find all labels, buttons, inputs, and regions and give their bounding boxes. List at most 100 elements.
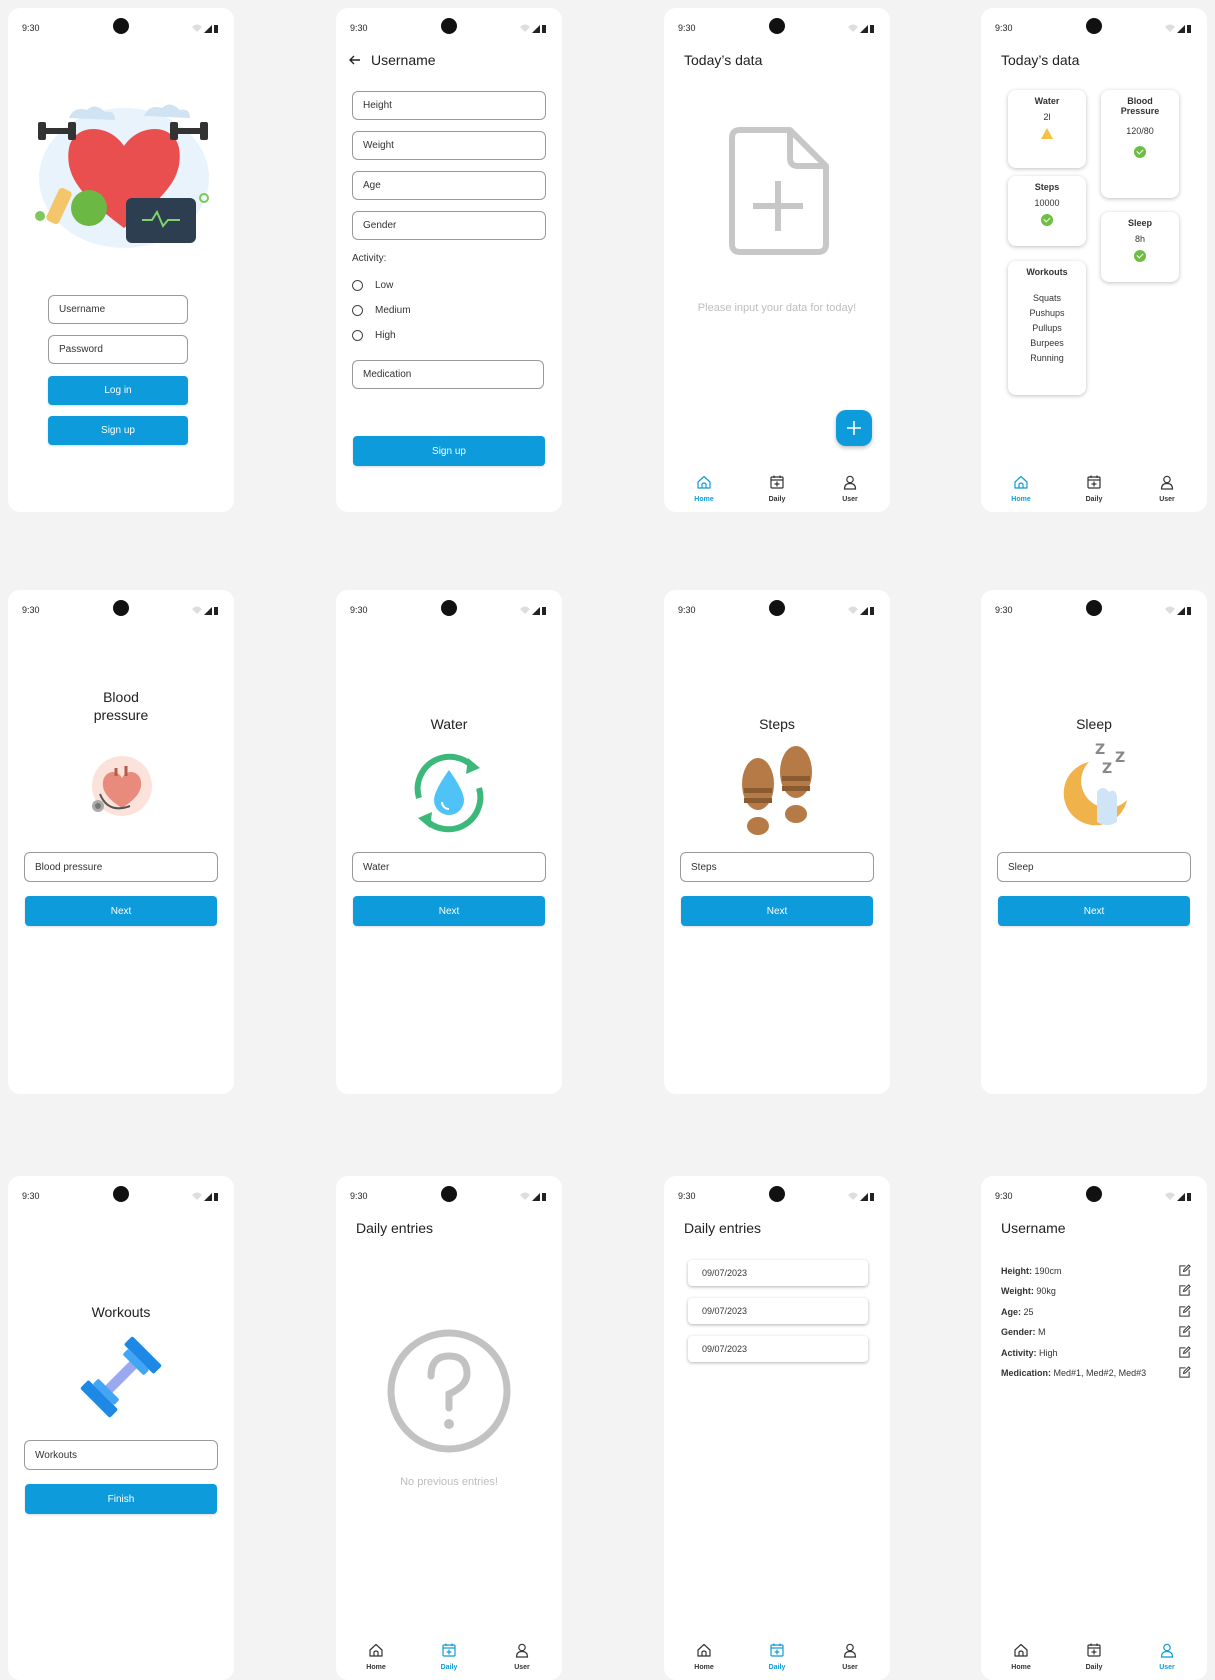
weight-field[interactable]: Weight — [352, 131, 546, 160]
list-item[interactable]: 09/07/2023 — [688, 1298, 868, 1324]
edit-icon[interactable] — [1178, 1284, 1191, 1297]
status-time: 9:30 — [22, 605, 40, 615]
edit-icon[interactable] — [1178, 1366, 1191, 1379]
row-label: Age: — [1001, 1307, 1021, 1317]
status-time: 9:30 — [22, 23, 40, 33]
radio-circle[interactable] — [352, 330, 363, 341]
today-empty-screen: 9:30 Today’s data Please input your data… — [664, 8, 890, 512]
signal-icon — [1163, 604, 1193, 616]
signup-button[interactable]: Sign up — [48, 416, 188, 445]
nav-daily[interactable]: Daily — [757, 1642, 797, 1671]
user-icon — [842, 474, 858, 490]
status-bar: 9:30 — [336, 8, 562, 48]
sleep-card[interactable]: Sleep 8h — [1101, 212, 1179, 282]
signal-icon — [518, 1190, 548, 1202]
activity-option-low[interactable]: Low — [352, 280, 393, 291]
finish-button[interactable]: Finish — [25, 1484, 217, 1514]
page-title: Today’s data — [1001, 52, 1080, 68]
nav-daily[interactable]: Daily — [1074, 474, 1114, 503]
nav-label: Home — [366, 1664, 386, 1671]
activity-option-high[interactable]: High — [352, 330, 396, 341]
edit-icon[interactable] — [1178, 1305, 1191, 1318]
signal-icon — [846, 22, 876, 34]
row-label: Height: — [1001, 1266, 1032, 1276]
nav-home[interactable]: Home — [1001, 1642, 1041, 1671]
nav-user[interactable]: User — [830, 1642, 870, 1671]
moon-sleep-icon: Z Z Z — [1063, 742, 1127, 826]
next-button[interactable]: Next — [353, 896, 545, 926]
health-illustration — [35, 104, 209, 248]
question-icon — [387, 1329, 511, 1453]
gender-field[interactable]: Gender — [352, 211, 546, 240]
password-field[interactable]: Password — [48, 335, 188, 364]
user-icon — [842, 1642, 858, 1658]
row-value: High — [1039, 1348, 1058, 1358]
add-entry-button[interactable] — [836, 410, 872, 446]
list-item[interactable]: 09/07/2023 — [688, 1260, 868, 1286]
nav-user[interactable]: User — [1147, 1642, 1187, 1671]
status-time: 9:30 — [22, 1191, 40, 1201]
list-item[interactable]: 09/07/2023 — [688, 1336, 868, 1362]
next-button[interactable]: Next — [25, 896, 217, 926]
status-bar: 9:30 — [981, 590, 1207, 630]
edit-icon[interactable] — [1178, 1346, 1191, 1359]
steps-screen: 9:30 Steps Steps Next — [664, 590, 890, 1094]
nav-daily[interactable]: Daily — [1074, 1642, 1114, 1671]
signal-icon — [190, 1190, 220, 1202]
workouts-input[interactable]: Workouts — [24, 1440, 218, 1470]
next-button[interactable]: Next — [998, 896, 1190, 926]
daily-empty-screen: 9:30 Daily entries No previous entries! … — [336, 1176, 562, 1680]
sleep-input[interactable]: Sleep — [997, 852, 1191, 882]
edit-icon[interactable] — [1178, 1264, 1191, 1277]
svg-text:Z: Z — [1102, 761, 1112, 777]
nav-label: User — [842, 496, 858, 503]
profile-row-gender: Gender: M — [1001, 1327, 1191, 1337]
height-field[interactable]: Height — [352, 91, 546, 120]
camera-cutout — [769, 600, 785, 616]
activity-label: Activity: — [352, 253, 387, 264]
nav-home[interactable]: Home — [684, 1642, 724, 1671]
nav-home[interactable]: Home — [356, 1642, 396, 1671]
radio-circle[interactable] — [352, 280, 363, 291]
status-time: 9:30 — [350, 1191, 368, 1201]
card-title: Workouts — [1026, 267, 1068, 277]
nav-daily[interactable]: Daily — [757, 474, 797, 503]
nav-label: Daily — [440, 1664, 458, 1671]
activity-option-medium[interactable]: Medium — [352, 305, 411, 316]
calendar-icon — [769, 1642, 785, 1658]
username-field[interactable]: Username — [48, 295, 188, 324]
workouts-screen: 9:30 Workouts Workouts Finish — [8, 1176, 234, 1680]
svg-text:Z: Z — [1095, 742, 1105, 758]
water-card[interactable]: Water 2l — [1008, 90, 1086, 168]
login-button[interactable]: Log in — [48, 376, 188, 405]
user-icon — [1159, 474, 1175, 490]
back-arrow-icon[interactable] — [348, 53, 362, 67]
age-field[interactable]: Age — [352, 171, 546, 200]
nav-user[interactable]: User — [1147, 474, 1187, 503]
nav-daily[interactable]: Daily — [429, 1642, 469, 1671]
page-title: Daily entries — [356, 1220, 434, 1236]
blood-pressure-card[interactable]: Blood Pressure 120/80 — [1101, 90, 1179, 198]
status-time: 9:30 — [678, 1191, 696, 1201]
steps-input[interactable]: Steps — [680, 852, 874, 882]
nav-user[interactable]: User — [830, 474, 870, 503]
steps-card[interactable]: Steps 10000 — [1008, 176, 1086, 246]
signal-icon — [190, 604, 220, 616]
water-input[interactable]: Water — [352, 852, 546, 882]
workouts-card[interactable]: Workouts Squats Pushups Pullups Burpees … — [1008, 261, 1086, 395]
home-icon — [368, 1642, 384, 1658]
nav-label: Daily — [768, 496, 786, 503]
card-value: 10000 — [1034, 198, 1060, 208]
nav-label: Home — [1011, 1664, 1031, 1671]
next-button[interactable]: Next — [681, 896, 873, 926]
nav-home[interactable]: Home — [1001, 474, 1041, 503]
nav-user[interactable]: User — [502, 1642, 542, 1671]
edit-icon[interactable] — [1178, 1325, 1191, 1338]
camera-cutout — [441, 1186, 457, 1202]
radio-circle[interactable] — [352, 305, 363, 316]
signal-icon — [1163, 1190, 1193, 1202]
medication-field[interactable]: Medication — [352, 360, 544, 389]
blood-pressure-input[interactable]: Blood pressure — [24, 852, 218, 882]
signup-submit-button[interactable]: Sign up — [353, 436, 545, 466]
nav-home[interactable]: Home — [684, 474, 724, 503]
